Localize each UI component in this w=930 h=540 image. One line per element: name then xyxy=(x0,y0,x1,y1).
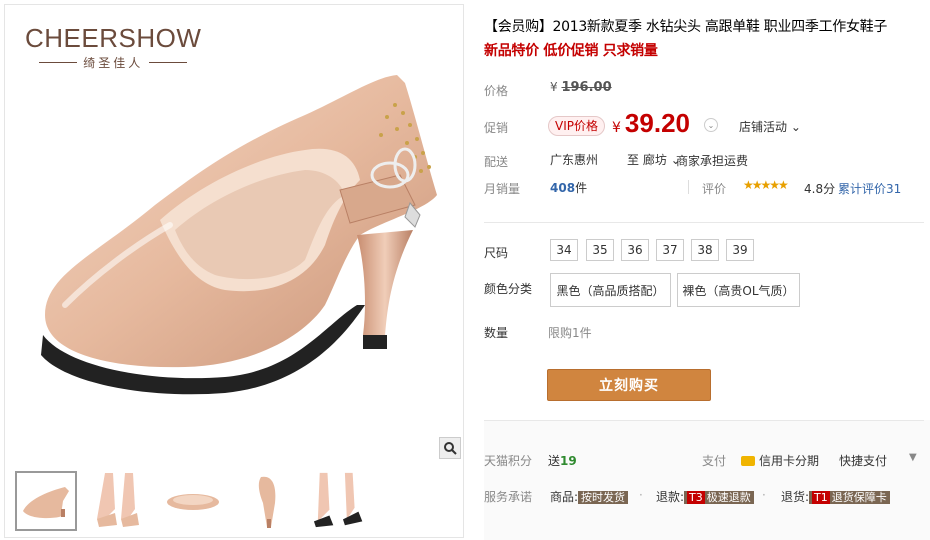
color-option-nude[interactable]: 裸色（高贵OL气质） xyxy=(677,273,800,307)
shoe-illustration xyxy=(41,75,437,395)
vip-price-badge: VIP价格 xyxy=(548,116,605,136)
logo-subtitle: 绮圣佳人 xyxy=(83,56,144,70)
promise-refund: 退款: T3 极速退款 xyxy=(656,488,754,505)
chevron-down-icon[interactable]: ▼ xyxy=(909,452,917,463)
tmall-points: 送19 xyxy=(548,454,577,468)
divider xyxy=(484,222,924,223)
store-activity-dropdown[interactable]: 店铺活动 ⌄ xyxy=(739,118,801,135)
promo-label: 促销 xyxy=(484,121,509,135)
fast-pay[interactable]: 快捷支付 xyxy=(839,452,887,469)
sales-label: 月销量 xyxy=(484,182,521,196)
original-price: ¥ 196.00 xyxy=(550,80,612,95)
return-guarantee-badge: T1 退货保障卡 xyxy=(809,491,890,504)
zoom-icon[interactable] xyxy=(439,437,461,459)
product-subtitle: 新品特价 低价促销 只求销量 xyxy=(484,43,658,59)
thumbnail-2[interactable] xyxy=(89,471,151,531)
rating-score: 4.8分 xyxy=(804,182,836,196)
brand-logo: CHEERSHOW 绮圣佳人 xyxy=(25,23,201,71)
price-label: 价格 xyxy=(484,84,509,98)
product-gallery: CHEERSHOW 绮圣佳人 xyxy=(4,4,464,538)
buy-now-button[interactable]: 立刻购买 xyxy=(547,369,711,401)
quantity-label: 数量 xyxy=(484,326,509,340)
chevron-down-icon[interactable]: ⌄ xyxy=(704,118,718,132)
product-info: 【会员购】2013新款夏季 水钻尖头 高跟单鞋 职业四季工作女鞋子 新品特价 低… xyxy=(484,0,930,540)
service-promise-label: 服务承诺 xyxy=(484,490,533,504)
size-label: 尺码 xyxy=(484,246,509,260)
size-option-34[interactable]: 34 xyxy=(550,239,578,261)
promo-price: ¥39.20 xyxy=(612,108,690,138)
rating-label: 评价 xyxy=(702,182,727,196)
promo-price-value: 39.20 xyxy=(624,108,690,138)
main-product-image[interactable]: CHEERSHOW 绮圣佳人 xyxy=(5,5,463,460)
points-label: 天猫积分 xyxy=(484,454,533,468)
monthly-sales: 408件 xyxy=(550,181,588,195)
size-option-37[interactable]: 37 xyxy=(656,239,684,261)
size-option-36[interactable]: 36 xyxy=(621,239,649,261)
size-option-39[interactable]: 39 xyxy=(726,239,754,261)
thumbnail-1[interactable] xyxy=(15,471,77,531)
chevron-down-icon: ⌄ xyxy=(787,120,801,134)
credit-installment[interactable]: 信用卡分期 xyxy=(741,452,819,469)
payment-label: 支付 xyxy=(702,454,727,468)
logo-text: CHEERSHOW xyxy=(25,23,202,53)
divider xyxy=(688,180,689,194)
credit-card-icon xyxy=(741,455,755,466)
service-bar xyxy=(484,420,930,540)
product-title: 【会员购】2013新款夏季 水钻尖头 高跟单鞋 职业四季工作女鞋子 xyxy=(484,19,888,35)
star-rating-icon: ★★★★★ xyxy=(743,178,789,192)
thumbnail-5[interactable] xyxy=(311,471,373,531)
shipping-label: 配送 xyxy=(484,155,509,169)
ship-to[interactable]: 至 廊坊 ⌄ xyxy=(627,151,681,168)
shipping-fee: 商家承担运费 xyxy=(676,154,749,168)
fast-refund-badge: T3 极速退款 xyxy=(684,491,754,504)
size-option-38[interactable]: 38 xyxy=(691,239,719,261)
thumbnail-strip xyxy=(15,471,373,531)
promise-goods: 商品: 按时发货 xyxy=(550,488,629,505)
color-option-black[interactable]: 黑色（高品质搭配） xyxy=(550,273,671,307)
original-price-value: 196.00 xyxy=(561,80,612,95)
on-time-ship-badge: 按时发货 xyxy=(578,491,629,504)
purchase-limit: 限购1件 xyxy=(548,326,592,340)
ship-from: 广东惠州 xyxy=(550,153,599,167)
divider xyxy=(484,420,924,421)
thumbnail-4[interactable] xyxy=(237,471,299,531)
color-label: 颜色分类 xyxy=(484,282,533,296)
promise-return: 退货: T1 退货保障卡 xyxy=(781,488,890,505)
size-option-35[interactable]: 35 xyxy=(586,239,614,261)
review-count-link[interactable]: 累计评价31 xyxy=(838,180,901,197)
thumbnail-3[interactable] xyxy=(163,471,225,531)
